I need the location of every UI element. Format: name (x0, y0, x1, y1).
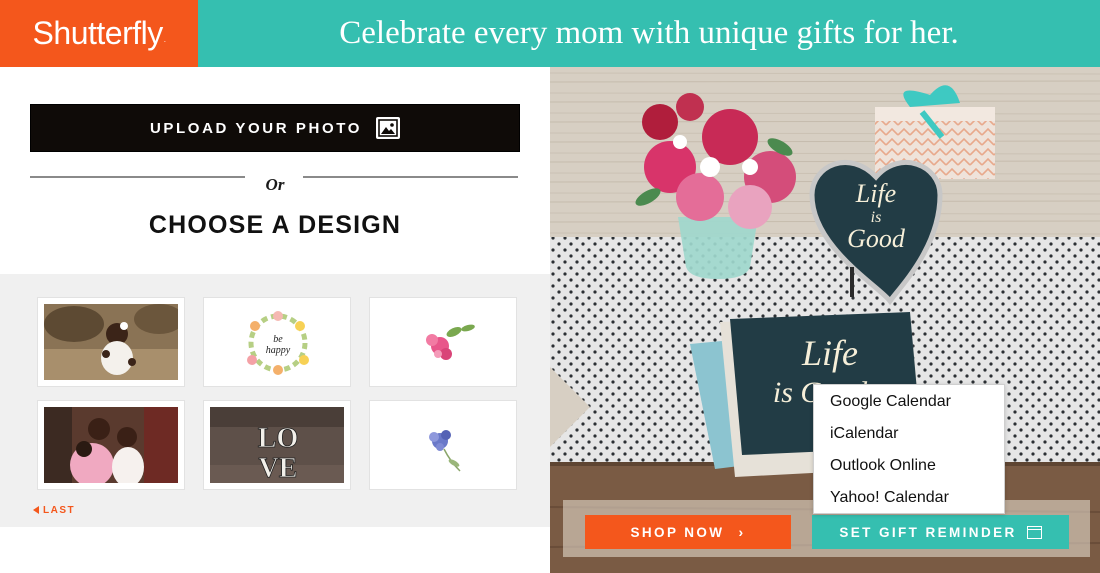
design-thumb-be-happy-wreath[interactable]: be happy (203, 297, 351, 387)
page: Shutterfly. Celebrate every mom with uni… (0, 0, 1100, 573)
svg-text:Good: Good (847, 224, 906, 253)
gift-reminder-label: SET GIFT REMINDER (839, 524, 1017, 540)
calendar-options-dropdown: Google Calendar iCalendar Outlook Online… (813, 384, 1005, 514)
image-icon (376, 117, 400, 139)
chevron-right-icon: › (738, 524, 746, 540)
calendar-option-icalendar[interactable]: iCalendar (814, 423, 1004, 455)
svg-text:LO: LO (258, 423, 298, 454)
logo-mark: . (163, 35, 166, 44)
logo-text: Shutterfly (32, 15, 164, 51)
divider-right (303, 176, 518, 178)
calendar-option-outlook[interactable]: Outlook Online (814, 455, 1004, 487)
design-thumb-toddler-photo[interactable] (37, 297, 185, 387)
calendar-icon (1026, 525, 1042, 539)
calendar-option-google[interactable]: Google Calendar (814, 391, 1004, 423)
last-page-link[interactable]: LAST (33, 505, 75, 516)
set-gift-reminder-button[interactable]: SET GIFT REMINDER (812, 515, 1069, 549)
heart-text: Life (855, 179, 896, 208)
upload-photo-button[interactable]: UPLOAD YOUR PHOTO (30, 104, 520, 152)
caret-left-icon (33, 506, 39, 514)
design-thumb-blue-flower[interactable] (369, 400, 517, 490)
upload-photo-label: UPLOAD YOUR PHOTO (150, 119, 362, 137)
promo-tagline[interactable]: Celebrate every mom with unique gifts fo… (198, 0, 1100, 67)
svg-text:happy: happy (266, 345, 291, 356)
divider-left (30, 176, 245, 178)
shop-now-label: SHOP NOW (630, 524, 725, 540)
design-thumb-family-photo[interactable] (37, 400, 185, 490)
svg-text:be: be (273, 334, 283, 345)
header-banner: Shutterfly. Celebrate every mom with uni… (0, 0, 1100, 67)
design-gallery: be happy LO VE LAST (0, 274, 550, 527)
svg-text:VE: VE (259, 453, 298, 483)
svg-text:Life: Life (801, 333, 858, 373)
calendar-option-yahoo[interactable]: Yahoo! Calendar (814, 487, 1004, 519)
last-label: LAST (43, 505, 76, 516)
design-thumb-love-letters[interactable]: LO VE (203, 400, 351, 490)
design-thumb-pink-flower[interactable] (369, 297, 517, 387)
or-separator: Or (265, 175, 285, 194)
shutterfly-logo[interactable]: Shutterfly. (0, 0, 198, 67)
shop-now-button[interactable]: SHOP NOW › (585, 515, 791, 549)
design-chooser-panel: UPLOAD YOUR PHOTO Or CHOOSE A DESIGN be … (0, 67, 550, 573)
choose-design-heading: CHOOSE A DESIGN (148, 211, 402, 239)
